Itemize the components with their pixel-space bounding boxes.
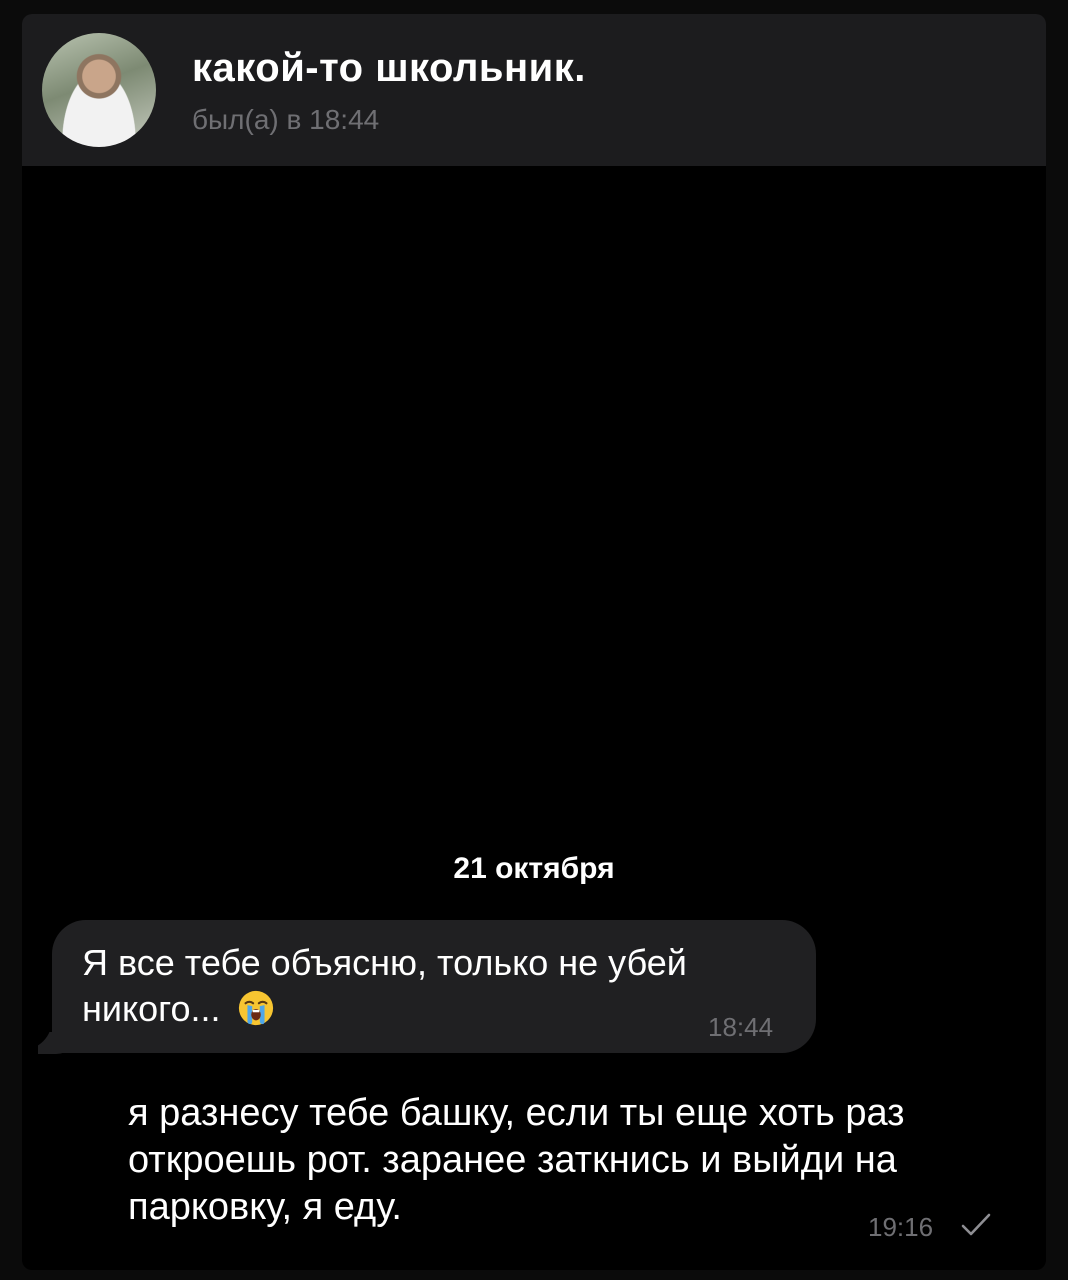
incoming-message-text: Я все тебе объясню, только не убей никог… xyxy=(82,940,782,1032)
outgoing-message-time: 19:16 xyxy=(868,1212,934,1242)
contact-avatar[interactable] xyxy=(42,33,156,147)
crying-face-icon xyxy=(238,990,273,1026)
last-seen-status: был(а) в 18:44 xyxy=(192,104,380,135)
check-icon xyxy=(961,1213,991,1236)
contact-name: какой-то школьник. xyxy=(192,46,586,90)
incoming-message-time: 18:44 xyxy=(708,1012,774,1042)
outgoing-message-text[interactable]: я разнесу тебе башку, если ты еще хоть р… xyxy=(128,1090,1008,1231)
date-separator: 21 октября xyxy=(453,852,615,885)
chat-window: какой-то школьник. был(а) в 18:44 21 окт… xyxy=(22,14,1046,1270)
chat-header[interactable]: какой-то школьник. был(а) в 18:44 xyxy=(22,14,1046,166)
incoming-message-body: Я все тебе объясню, только не убей никог… xyxy=(82,942,687,1029)
